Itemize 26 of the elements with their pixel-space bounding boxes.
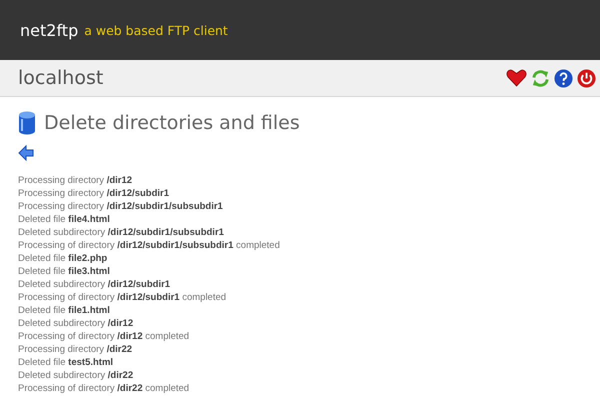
page-title: Delete directories and files [44,112,300,134]
log-line: Processing of directory /dir12/subdir1 completed [18,291,228,304]
log-line: Deleted file file1.html [18,304,111,317]
log-line: Deleted file test5.html [18,356,114,369]
log-line: Processing directory /dir22 [18,343,134,356]
database-icon [18,111,36,135]
log-line: Processing directory /dir12/subdir1/subsubdir1 [18,200,224,213]
app-name: net2ftp [20,20,78,40]
log-line: Deleted file file2.php [18,252,108,265]
log-line: Deleted subdirectory /dir22 [18,369,134,382]
log-line: Deleted subdirectory /dir12/subdir1/subsubdir1 [18,226,225,239]
server-name: localhost [18,67,104,89]
log-line: Processing directory /dir12/subdir1 [18,187,170,200]
back-button[interactable] [18,145,34,161]
log-line: Processing of directory /dir12/subdir1/subsubdir1 completed [18,239,281,252]
app-tagline: a web based FTP client [84,22,228,38]
power-icon[interactable] [577,68,596,88]
log-line: Deleted subdirectory /dir12 [18,317,134,330]
help-icon[interactable] [554,68,573,88]
log-line: Processing directory /dir12 [18,174,134,187]
heart-icon[interactable] [506,69,527,87]
log-line: Processing of directory /dir22 completed [18,382,190,395]
log-line: Deleted subdirectory /dir12/subdir1 [18,278,172,291]
log-line: Processing of directory /dir12 completed [18,330,190,343]
log-line: Deleted file file3.html [18,265,111,278]
log-line: Deleted file file4.html [18,213,111,226]
